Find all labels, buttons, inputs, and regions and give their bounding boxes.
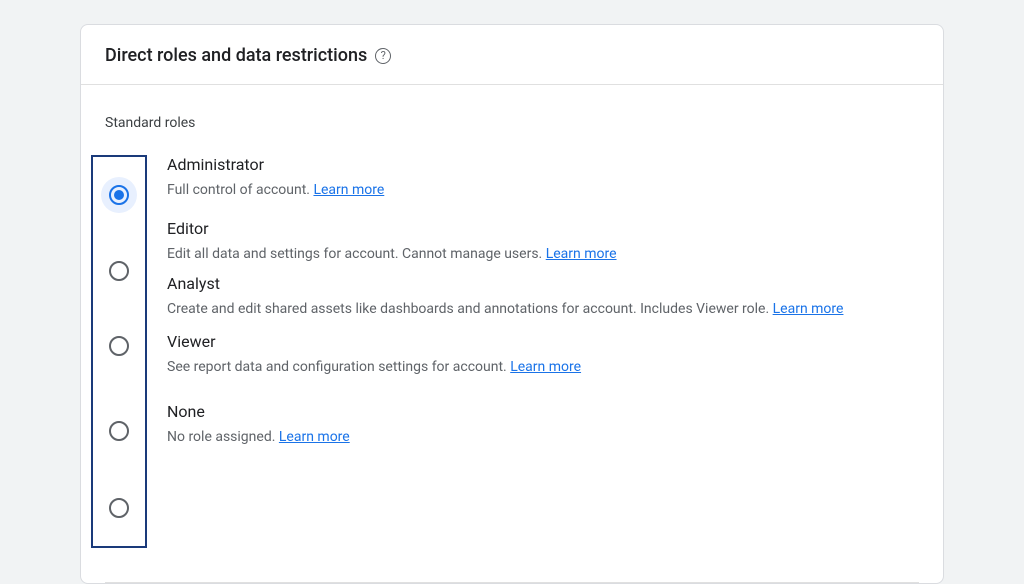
card-body: Standard roles Administrator Full control… (81, 85, 943, 558)
role-description: See report data and configuration settin… (167, 357, 919, 378)
role-radio-editor[interactable] (101, 253, 137, 289)
role-text-column: Administrator Full control of account. Le… (147, 155, 919, 548)
roles-wrapper: Administrator Full control of account. Le… (105, 155, 919, 548)
role-block-administrator: Administrator Full control of account. Le… (167, 155, 919, 201)
role-radio-none[interactable] (101, 490, 137, 526)
role-title: None (167, 402, 919, 421)
role-title: Viewer (167, 332, 919, 351)
learn-more-link[interactable]: Learn more (313, 182, 384, 198)
roles-card: Direct roles and data restrictions ? Sta… (80, 24, 944, 584)
role-description-text: Create and edit shared assets like dashb… (167, 301, 773, 317)
role-description: Full control of account. Learn more (167, 180, 919, 201)
learn-more-link[interactable]: Learn more (279, 429, 350, 445)
radio-dot-icon (114, 190, 124, 200)
role-block-editor: Editor Edit all data and settings for acc… (167, 219, 919, 265)
section-label: Standard roles (105, 115, 919, 131)
radio-icon (109, 498, 129, 518)
role-title: Analyst (167, 274, 919, 293)
section-divider (105, 582, 919, 583)
card-title: Direct roles and data restrictions (105, 45, 367, 66)
role-description-text: Edit all data and settings for account. … (167, 246, 546, 262)
role-radio-viewer[interactable] (101, 413, 137, 449)
role-description-text: Full control of account. (167, 182, 313, 198)
radio-icon (109, 421, 129, 441)
card-header: Direct roles and data restrictions ? (81, 25, 943, 85)
learn-more-link[interactable]: Learn more (510, 359, 581, 375)
role-block-viewer: Viewer See report data and configuration … (167, 332, 919, 378)
role-title: Administrator (167, 155, 919, 174)
radio-icon (109, 261, 129, 281)
help-icon[interactable]: ? (375, 48, 391, 64)
role-description: Edit all data and settings for account. … (167, 244, 919, 265)
role-block-none: None No role assigned. Learn more (167, 402, 919, 448)
role-description-text: No role assigned. (167, 429, 279, 445)
role-description-text: See report data and configuration settin… (167, 359, 510, 375)
role-radio-administrator[interactable] (101, 177, 137, 213)
radio-column-highlight (91, 155, 147, 548)
learn-more-link[interactable]: Learn more (546, 246, 617, 262)
role-description: Create and edit shared assets like dashb… (167, 299, 919, 320)
radio-icon (109, 336, 129, 356)
role-radio-analyst[interactable] (101, 328, 137, 364)
role-block-analyst: Analyst Create and edit shared assets lik… (167, 274, 919, 320)
radio-icon (109, 185, 129, 205)
role-title: Editor (167, 219, 919, 238)
role-description: No role assigned. Learn more (167, 427, 919, 448)
learn-more-link[interactable]: Learn more (773, 301, 844, 317)
